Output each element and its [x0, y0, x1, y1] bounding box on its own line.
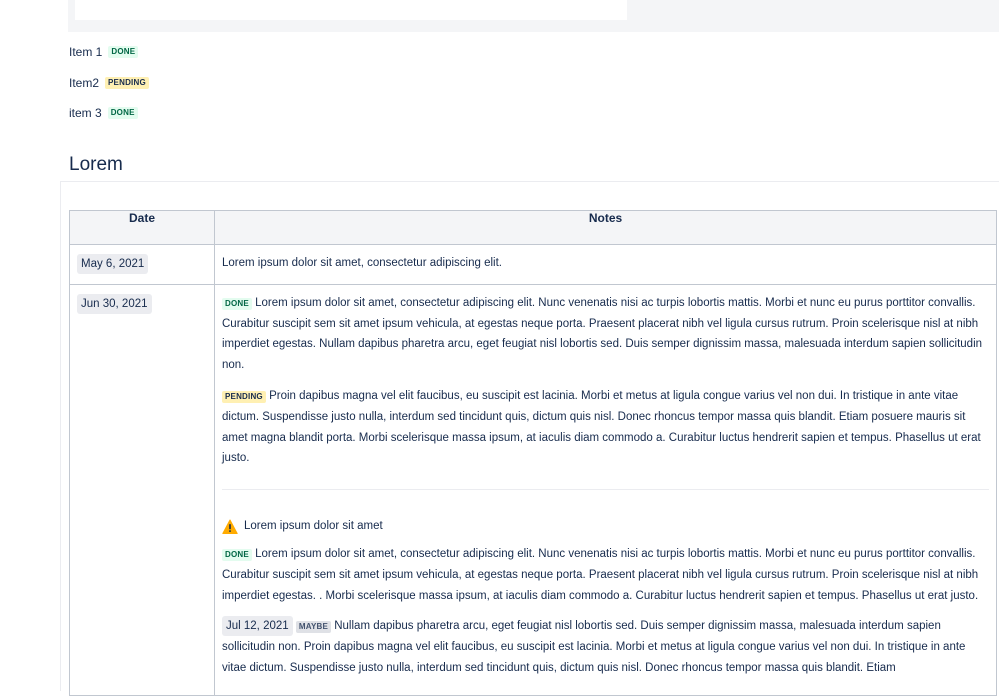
task-label: Item 1 [69, 45, 103, 59]
table-row: May 6, 2021 Lorem ipsum dolor sit amet, … [69, 244, 997, 285]
date-cell: May 6, 2021 [69, 244, 215, 285]
task-label: Item2 [69, 76, 100, 90]
status-lozenge: PENDING [105, 77, 149, 89]
task-item-3[interactable]: item 3 DONE [69, 106, 138, 120]
horizontal-rule [222, 489, 989, 491]
status-lozenge: DONE [222, 548, 252, 561]
date-chip[interactable]: Jul 12, 2021 [222, 616, 293, 637]
section-left-border [60, 181, 61, 691]
note-paragraph: DONE Lorem ipsum dolor sit amet, consect… [222, 544, 989, 606]
column-header-notes[interactable]: Notes [214, 210, 997, 245]
task-label: item 3 [69, 106, 102, 120]
note-paragraph: Jul 12, 2021 MAYBE Nullam dapibus pharet… [222, 616, 989, 678]
section-divider [60, 181, 999, 182]
status-lozenge: MAYBE [295, 621, 332, 634]
top-background-band [0, 0, 999, 32]
table-row: Jun 30, 2021 DONE Lorem ipsum dolor sit … [69, 283, 997, 696]
note-text: Lorem ipsum dolor sit amet, consectetur … [222, 547, 979, 602]
note-paragraph: PENDING Proin dapibus magna vel elit fau… [222, 386, 989, 469]
note-text: Proin dapibus magna vel elit faucibus, e… [222, 389, 981, 465]
status-lozenge: DONE [108, 46, 139, 58]
notes-cell: Lorem ipsum dolor sit amet, consectetur … [214, 244, 997, 285]
task-item-2[interactable]: Item2 PENDING [69, 76, 149, 90]
left-margin [0, 0, 68, 32]
table-header-row: Date Notes [69, 210, 997, 245]
note-paragraph: DONE Lorem ipsum dolor sit amet, consect… [222, 293, 989, 376]
section-heading: Lorem [69, 154, 123, 175]
warning-text: Lorem ipsum dolor sit amet [244, 520, 383, 533]
notes-cell: DONE Lorem ipsum dolor sit amet, consect… [214, 283, 997, 696]
date-chip[interactable]: Jun 30, 2021 [77, 293, 152, 314]
task-item-1[interactable]: Item 1 DONE [69, 45, 139, 59]
warning-line: Lorem ipsum dolor sit amet [222, 516, 989, 537]
status-lozenge: PENDING [222, 390, 266, 403]
date-cell: Jun 30, 2021 [69, 283, 215, 696]
top-card [75, 0, 627, 20]
status-lozenge: DONE [222, 297, 252, 310]
date-chip[interactable]: May 6, 2021 [77, 254, 149, 274]
note-text: Lorem ipsum dolor sit amet, consectetur … [222, 296, 983, 372]
note-text: Lorem ipsum dolor sit amet, consectetur … [222, 257, 502, 269]
warning-icon [222, 519, 238, 535]
notes-table: Date Notes May 6, 2021 Lorem ipsum dolor… [69, 210, 997, 696]
note-text: Nullam dapibus pharetra arcu, eget feugi… [222, 620, 966, 674]
status-lozenge: DONE [107, 107, 138, 119]
column-header-date[interactable]: Date [69, 210, 215, 245]
